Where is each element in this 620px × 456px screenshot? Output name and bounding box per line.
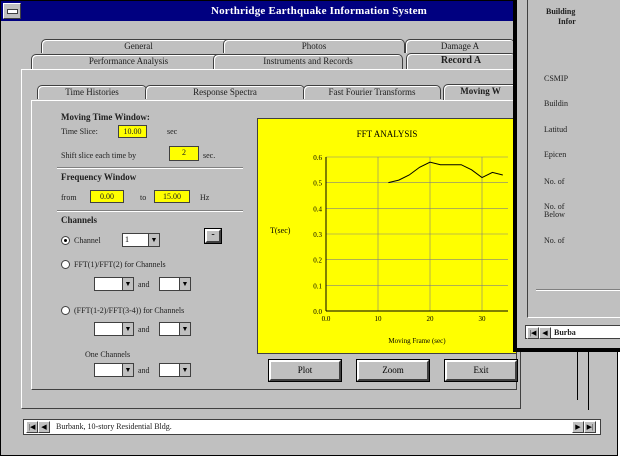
info-row-latitude: Latitud [544,125,568,134]
tab-response-spectra[interactable]: Response Spectra [145,85,305,99]
and-label-1: and [138,280,150,289]
one-ch1-select[interactable]: ▼ [94,363,134,377]
building-info-window[interactable]: Building Infor CSMIP Buildin Latitud Epi… [513,0,620,352]
one-ch2-select[interactable]: ▼ [159,363,191,377]
info-row-building: Buildin [544,99,569,108]
tab-instruments-records[interactable]: Instruments and Records [213,54,403,69]
fft-ratio-label: FFT(1)/FFT(2) for Channels [74,260,166,269]
x-tick-label: 0.0 [322,315,331,323]
stack-edge-3 [588,352,589,410]
shift-label: Shift slice each time by [61,151,137,160]
fft-series-line [388,161,503,184]
one-channels-label: One Channels [85,350,131,359]
x-tick-label: 10 [375,315,383,323]
and-label-3: and [138,366,150,375]
dropdown-arrow-icon[interactable]: ▼ [122,323,133,335]
dropdown-arrow-icon[interactable]: ▼ [179,278,190,290]
dropdown-arrow-icon[interactable]: ▼ [148,234,159,246]
stack-edge-2 [577,352,578,400]
info-row-epicenter: Epicen [544,150,567,159]
y-tick-label: 0.4 [313,205,322,213]
fft-chart: FFT ANALYSIS 0.0 0.1 0.2 0.3 0.4 0.5 0.6 0.0 10 20… [257,118,517,354]
time-slice-unit: sec [167,127,178,136]
info-row-no-of-3: No. of [544,236,565,245]
fft-chart-svg: FFT ANALYSIS0.00.10.20.30.40.50.60.0 10 20… [270,129,508,345]
overlay-nav-text: Burba [554,328,576,337]
shift-unit: sec. [203,151,216,160]
freq-to-label: to [140,193,147,202]
tab-record-analysis[interactable]: Record A [406,53,516,70]
y-tick-label: 0.6 [313,154,322,162]
freq-from-field[interactable]: 0.00 [90,190,124,203]
system-menu-icon [6,8,18,14]
overlay-nav-bar: |◀ ◀ Burba [525,325,620,339]
overlay-divider [536,289,620,291]
shift-field[interactable]: 2 [169,146,199,161]
building-info-panel: Building Infor CSMIP Buildin Latitud Epi… [527,0,620,318]
tab-damage[interactable]: Damage A [405,39,515,53]
status-bar: |◀ ◀ Burbank, 10-story Residential Bldg.… [23,419,601,435]
frequency-window-heading: Frequency Window [61,172,137,182]
channels-heading: Channels [61,215,98,225]
dropdown-arrow-icon[interactable]: ▼ [122,278,133,290]
channel-select[interactable]: 1 ▼ [122,233,160,247]
dropdown-arrow-icon[interactable]: ▼ [122,364,133,376]
divider-1 [57,167,243,169]
fft-double-ratio-radio[interactable] [61,306,70,315]
building-info-header-2: Infor [558,17,576,26]
time-slice-field[interactable]: 10.00 [118,125,147,138]
prev-record-icon[interactable]: ◀ [38,421,50,433]
x-tick-label: 20 [427,315,435,323]
first-record-icon[interactable]: |◀ [527,327,539,339]
time-slice-label: Time Slice: [61,127,98,136]
minus-button[interactable]: - [205,229,221,243]
freq-from-label: from [61,193,77,202]
info-row-no-of-1: No. of [544,177,565,186]
channel-value: 1 [125,235,129,244]
prev-record-icon[interactable]: ◀ [539,327,551,339]
y-tick-label: 0.2 [313,257,322,265]
channel-radio[interactable] [61,236,70,245]
fft-double-ratio-label: (FFT(1-2)/FFT(3-4)) for Channels [74,306,185,315]
y-tick-label: 0.1 [313,282,322,290]
exit-button[interactable]: Exit [445,360,517,381]
dropdown-arrow-icon[interactable]: ▼ [179,364,190,376]
tab-performance-analysis[interactable]: Performance Analysis [31,54,226,69]
tab-fast-fourier-transforms[interactable]: Fast Fourier Transforms [303,85,441,99]
fft-ratio-ch2-select[interactable]: ▼ [159,277,191,291]
info-row-below: Below [544,210,565,219]
fft-double-ch2-select[interactable]: ▼ [159,322,191,336]
next-record-icon[interactable]: ▶ [572,421,584,433]
tab-general[interactable]: General [41,39,236,53]
x-axis-label: Moving Frame (sec) [388,337,446,345]
tab-time-histories[interactable]: Time Histories [37,85,147,99]
dropdown-arrow-icon[interactable]: ▼ [179,323,190,335]
y-tick-label: 0.5 [313,180,322,188]
plot-button[interactable]: Plot [269,360,341,381]
y-tick-label: 0.3 [313,231,322,239]
fft-double-ch1-select[interactable]: ▼ [94,322,134,336]
zoom-button[interactable]: Zoom [357,360,429,381]
building-info-header-1: Building [546,7,576,16]
info-row-csmip: CSMIP [544,74,569,83]
x-tick-label: 30 [479,315,487,323]
status-text: Burbank, 10-story Residential Bldg. [56,422,172,431]
chart-title: FFT ANALYSIS [357,129,418,139]
divider-2 [57,210,243,212]
and-label-2: and [138,325,150,334]
freq-unit: Hz [200,193,210,202]
tab-photos[interactable]: Photos [223,39,405,53]
channel-label: Channel [74,236,101,245]
fft-ratio-radio[interactable] [61,260,70,269]
first-record-icon[interactable]: |◀ [26,421,38,433]
system-menu-button[interactable] [3,3,21,19]
last-record-icon[interactable]: ▶| [584,421,596,433]
moving-time-window-heading: Moving Time Window: [61,112,150,122]
freq-to-field[interactable]: 15.00 [154,190,190,203]
tab-moving-window[interactable]: Moving W [443,84,518,101]
fft-ratio-ch1-select[interactable]: ▼ [94,277,134,291]
y-axis-label: T(sec) [270,226,291,235]
